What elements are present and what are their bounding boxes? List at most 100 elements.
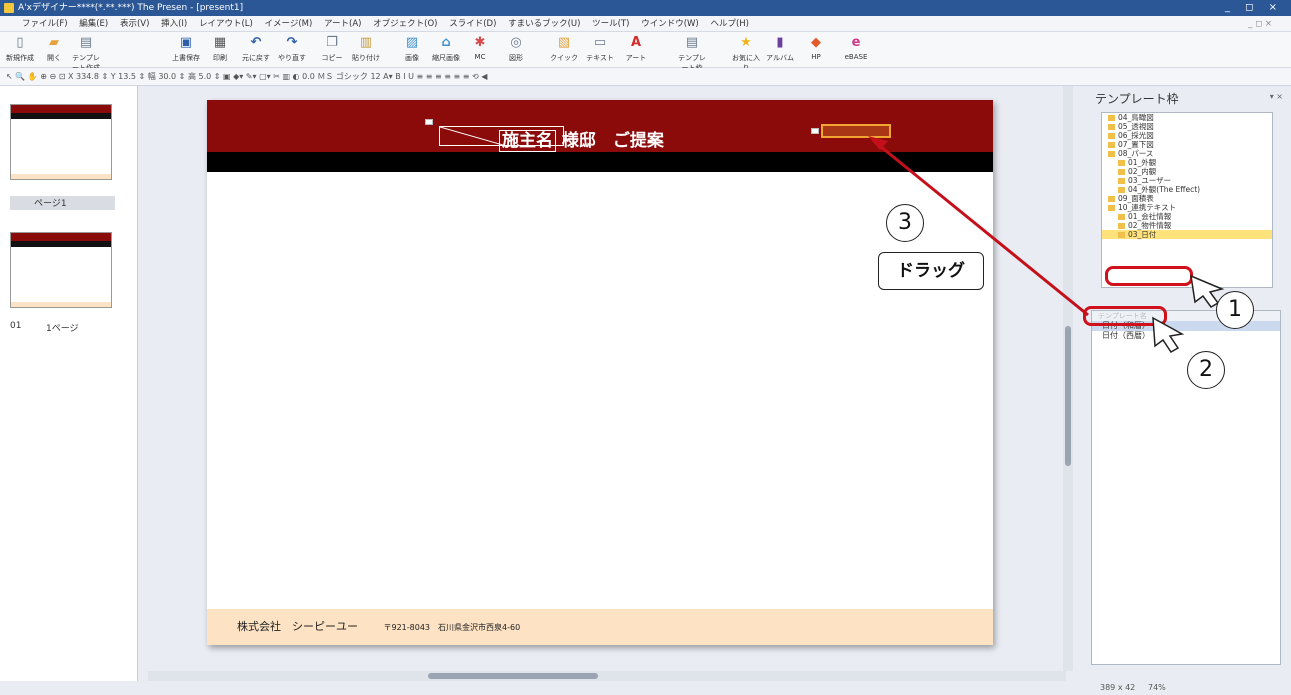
slide-page[interactable]: 施主名 様邸 ご提案 株式会社 シーピーユー 〒921-8043 石川県金沢市西… — [207, 100, 993, 645]
font-size-select[interactable]: 12 — [370, 72, 380, 81]
tree-item[interactable]: 01_外観 — [1102, 158, 1272, 167]
width-field[interactable]: 幅 30.0 — [148, 72, 176, 81]
toolbar-button-ebase[interactable]: e eBASE — [840, 35, 872, 67]
folder-icon — [1108, 196, 1115, 202]
menu-window[interactable]: ウインドウ(W) — [641, 19, 699, 29]
toolbar-button-template[interactable]: ▤テンプレート作成 — [70, 35, 102, 72]
slide-thumbnail-1[interactable] — [10, 104, 112, 180]
toolbar-button-save[interactable]: ▣ 上書保存 — [170, 35, 202, 67]
menu-insert[interactable]: 挿入(I) — [161, 19, 187, 29]
toolbar-button-mc[interactable]: ✱ MC — [464, 35, 496, 67]
toolbar-button-undo[interactable]: ↶ 元に戻す — [240, 35, 272, 67]
slide-footer[interactable]: 株式会社 シーピーユー 〒921-8043 石川県金沢市西泉4-60 — [207, 609, 993, 645]
tree-item[interactable]: 06_採光図 — [1102, 131, 1272, 140]
toolbar-button-quick[interactable]: ▧ クイック — [548, 35, 580, 67]
tree-item[interactable]: 02_物件情報 — [1102, 221, 1272, 230]
menu-slide[interactable]: スライド(D) — [449, 19, 496, 29]
toolbar-button-label: 元に戻す — [242, 54, 270, 62]
tree-item[interactable]: 03_ユーザー — [1102, 176, 1272, 185]
template-thumbnail-label[interactable]: 1ページ — [46, 321, 79, 334]
color-tools-icon[interactable]: ▣ ◆▾ ✎▾ ▢▾ ✂ ▥ ◐ — [223, 72, 302, 81]
toolbar-button-star[interactable]: ★お気に入り — [730, 35, 762, 72]
toolbar-button-label: コピー — [321, 54, 343, 62]
toolbar-button-open-folder[interactable]: ▰ 開く — [38, 35, 70, 67]
menu-image[interactable]: イメージ(M) — [265, 19, 313, 29]
mdi-controls[interactable]: _ ◻ × — [1248, 16, 1272, 32]
text-format-icons[interactable]: A▾ B I U ≡ ≡ ≡ ≡ ≡ ≡ ⟲ ◀ — [383, 72, 487, 81]
toolbar-button-label: 新規作成 — [6, 54, 34, 62]
step-3-badge: 3 — [886, 204, 924, 242]
slide-thumbnail-2[interactable] — [10, 232, 112, 308]
y-field[interactable]: Y 13.5 — [111, 72, 136, 81]
toolbar-button-copy[interactable]: ❐ コピー — [316, 35, 348, 67]
pointer-tools-icon[interactable]: ↖ 🔍 ✋ ⊕ ⊖ ⊡ — [6, 72, 68, 81]
font-select[interactable]: ＭＳ ゴシック — [317, 72, 368, 81]
tree-item[interactable]: 03_日付 — [1102, 230, 1272, 239]
menu-view[interactable]: 表示(V) — [120, 19, 149, 29]
menu-tools[interactable]: ツール(T) — [592, 19, 629, 29]
date-template-object[interactable] — [821, 124, 891, 138]
client-placeholder[interactable]: 施主名 — [499, 130, 556, 152]
tree-item[interactable]: 05_透視図 — [1102, 122, 1272, 131]
x-field[interactable]: X 334.8 — [68, 72, 99, 81]
toolbar-button-album[interactable]: ▮ アルバム — [764, 35, 796, 67]
toolbar-button-shape[interactable]: ◎ 図形 — [500, 35, 532, 67]
template-frame-panel: テンプレート枠 ▾ × 04_鳥瞰図 05_透視図 06_採光図 07_置下図 08_パ… — [1083, 86, 1291, 695]
slide-header-text[interactable]: 施主名 様邸 ご提案 — [499, 126, 664, 152]
canvas-vertical-scrollbar[interactable] — [1063, 86, 1073, 671]
menu-help[interactable]: ヘルプ(H) — [710, 19, 749, 29]
toolbar-button-print[interactable]: ▦ 印刷 — [204, 35, 236, 67]
tree-item-label: 02_内観 — [1128, 167, 1157, 176]
folder-icon — [1108, 124, 1115, 130]
template-list[interactable]: テンプレート名 日付（和暦） 日付（西暦） — [1091, 310, 1281, 665]
tree-item-label: 07_置下図 — [1118, 140, 1154, 149]
menu-smilebook[interactable]: すまいるブック(U) — [508, 19, 580, 29]
tree-item-label: 09_面積表 — [1118, 194, 1154, 203]
toolbar-button-hp[interactable]: ◆ HP — [800, 35, 832, 67]
toolbar-button-label: 縮尺画像 — [432, 54, 460, 62]
toolbar-button-image[interactable]: ▨ 画像 — [396, 35, 428, 67]
tree-item[interactable]: 09_面積表 — [1102, 194, 1272, 203]
canvas-horizontal-scrollbar[interactable] — [148, 671, 1066, 681]
tree-item[interactable]: 01_会社情報 — [1102, 212, 1272, 221]
tree-item[interactable]: 08_パース — [1102, 149, 1272, 158]
tree-item[interactable]: 02_内観 — [1102, 167, 1272, 176]
tree-item[interactable]: 10_連携テキスト — [1102, 203, 1272, 212]
placeholder-handle-icon[interactable] — [425, 119, 433, 125]
text-icon: ▭ — [593, 35, 607, 50]
menu-object[interactable]: オブジェクト(O) — [373, 19, 437, 29]
toolbar-button-art[interactable]: A アート — [620, 35, 652, 67]
tree-item[interactable]: 04_外観(The Effect) — [1102, 185, 1272, 194]
app-icon — [4, 3, 14, 13]
toolbar-button-paste[interactable]: ▥ 貼り付け — [350, 35, 382, 67]
menu-edit[interactable]: 編集(E) — [79, 19, 108, 29]
toolbar-button-template-frame[interactable]: ▤テンプレート枠 — [676, 35, 708, 72]
slide-thumbnail-label[interactable]: ページ1 — [10, 196, 115, 210]
tree-item-label: 01_会社情報 — [1128, 212, 1172, 221]
step-2-badge: 2 — [1187, 351, 1225, 389]
folder-icon — [1108, 115, 1115, 121]
menu-file[interactable]: ファイル(F) — [22, 19, 68, 29]
tree-item[interactable]: 07_置下図 — [1102, 140, 1272, 149]
tree-item-label: 03_ユーザー — [1128, 176, 1172, 185]
rotate-field[interactable]: 0.0 — [302, 72, 315, 81]
tree-item[interactable]: 04_鳥瞰図 — [1102, 113, 1272, 122]
menu-layout[interactable]: レイアウト(L) — [199, 19, 253, 29]
toolbar-button-redo[interactable]: ↷ やり直す — [276, 35, 308, 67]
folder-icon — [1118, 223, 1125, 229]
list-item-date-seireki[interactable]: 日付（西暦） — [1092, 331, 1280, 341]
save-icon: ▣ — [179, 35, 193, 50]
date-handle-icon[interactable] — [811, 128, 819, 134]
scaled-image-icon: ⌂ — [441, 35, 451, 50]
panel-controls[interactable]: ▾ × — [1270, 92, 1283, 101]
menu-art[interactable]: アート(A) — [324, 19, 361, 29]
template-tree[interactable]: 04_鳥瞰図 05_透視図 06_採光図 07_置下図 08_パース 01_外観 02_内観… — [1101, 112, 1273, 288]
window-controls[interactable]: _ ◻ × — [1225, 0, 1283, 16]
toolbar-button-text[interactable]: ▭ テキスト — [584, 35, 616, 67]
toolbar-button-scaled-image[interactable]: ⌂ 縮尺画像 — [430, 35, 462, 67]
toolbar-button-new-document[interactable]: ▯ 新規作成 — [4, 35, 36, 67]
height-field[interactable]: 高 5.0 — [188, 72, 211, 81]
canvas-area[interactable]: 施主名 様邸 ご提案 株式会社 シーピーユー 〒921-8043 石川県金沢市西… — [140, 86, 1070, 670]
company-address: 〒921-8043 石川県金沢市西泉4-60 — [383, 623, 521, 632]
tree-item-label: 10_連携テキスト — [1118, 203, 1177, 212]
